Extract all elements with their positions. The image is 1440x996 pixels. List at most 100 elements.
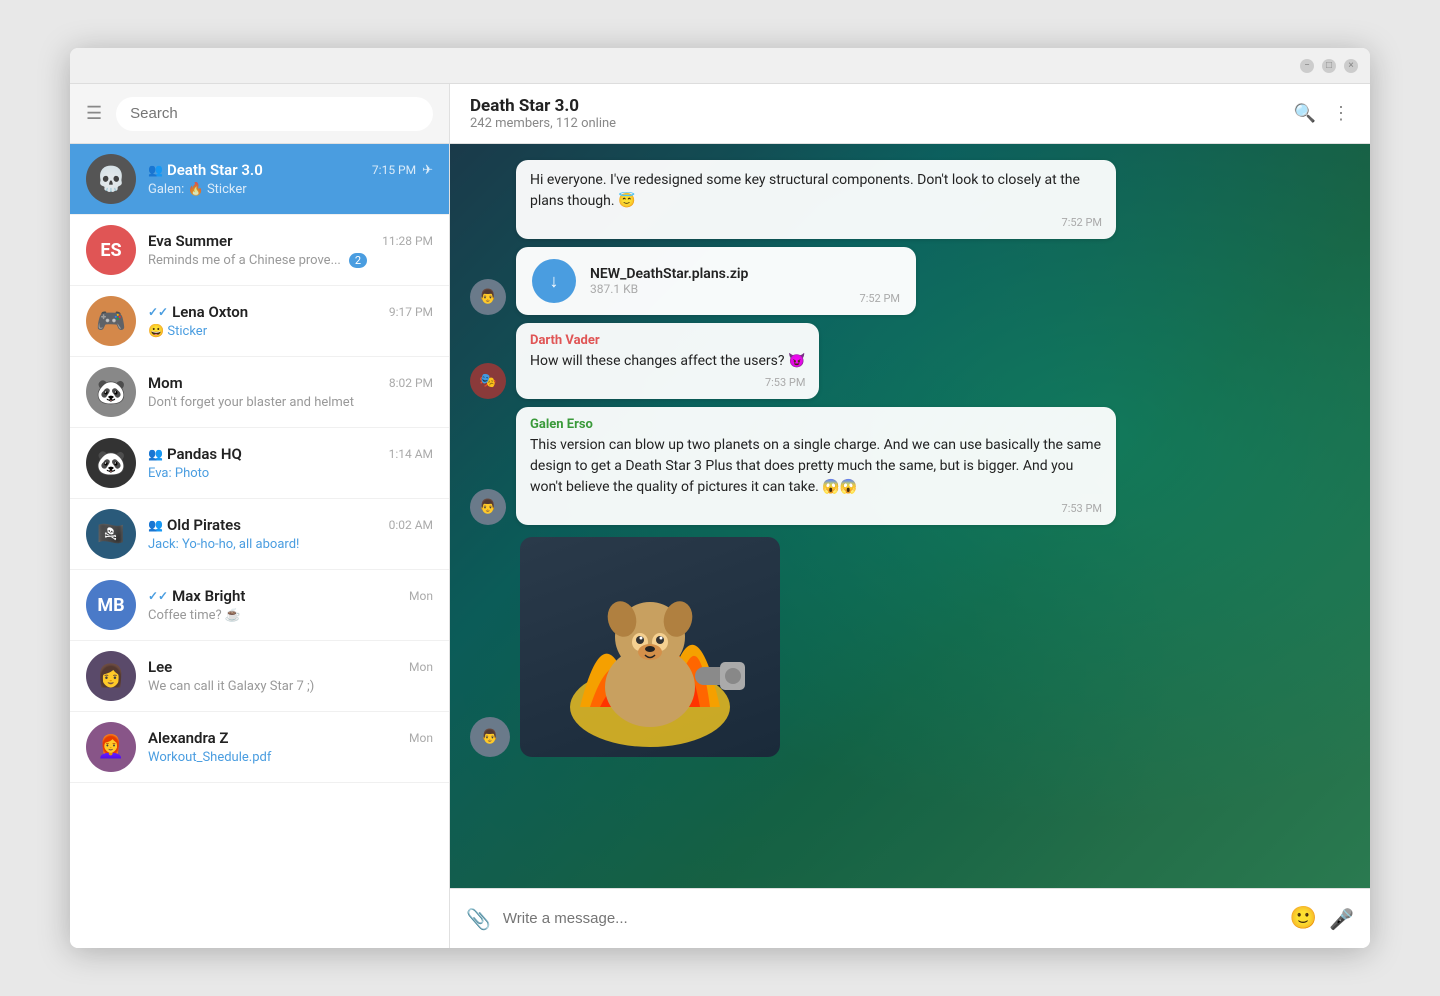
chat-name-alexandra-z: Alexandra Z: [148, 729, 228, 747]
chat-time-pandas-hq: 1:14 AM: [389, 447, 433, 461]
chat-header-info: Death Star 3.0 242 members, 112 online: [470, 96, 616, 131]
chat-item-alexandra-z[interactable]: 👩‍🦰 Alexandra Z Mon Workout_Shedule.pdf: [70, 712, 449, 783]
chat-info-mom: Mom 8:02 PM Don't forget your blaster an…: [148, 374, 433, 410]
chat-preview-max-bright: Coffee time? ☕: [148, 608, 433, 623]
double-check-max: ✓✓: [148, 589, 168, 603]
chat-item-max-bright[interactable]: MB ✓✓ Max Bright Mon Coffee time? ☕: [70, 570, 449, 641]
avatar-old-pirates: 🏴‍☠️: [86, 509, 136, 559]
close-button[interactable]: ×: [1344, 59, 1358, 73]
avatar-lena-oxton: 🎮: [86, 296, 136, 346]
chat-name-lena-oxton: ✓✓ Lena Oxton: [148, 303, 248, 321]
avatar-death-star: 💀: [86, 154, 136, 204]
chat-time-mom: 8:02 PM: [389, 376, 433, 390]
chat-name-eva-summer: Eva Summer: [148, 232, 233, 250]
sidebar-header: ☰: [70, 84, 449, 144]
chat-item-old-pirates[interactable]: 🏴‍☠️ 👥 Old Pirates 0:02 AM Jack: Yo-ho-h…: [70, 499, 449, 570]
emoji-icon[interactable]: 🙂: [1290, 906, 1317, 931]
maximize-button[interactable]: □: [1322, 59, 1336, 73]
sidebar: ☰ 💀 👥 Death Star 3.0 7:15 PM: [70, 84, 450, 948]
msg-avatar-galen: 👨: [470, 489, 506, 525]
file-time-1: 7:52 PM: [860, 292, 900, 305]
chat-area: Death Star 3.0 242 members, 112 online 🔍…: [450, 84, 1370, 948]
message-bubble-3: Darth Vader How will these changes affec…: [516, 323, 819, 399]
chat-list: 💀 👥 Death Star 3.0 7:15 PM ✈: [70, 144, 449, 948]
message-row-3: 🎭 Darth Vader How will these changes aff…: [470, 323, 1350, 399]
chat-subtitle: 242 members, 112 online: [470, 116, 616, 131]
titlebar: − □ ×: [70, 48, 1370, 84]
chat-preview-mom: Don't forget your blaster and helmet: [148, 395, 433, 410]
msg-sender-galen: Galen Erso: [530, 417, 1102, 432]
chat-item-eva-summer[interactable]: ES Eva Summer 11:28 PM Reminds me of a C…: [70, 215, 449, 286]
group-icon-pandas: 👥: [148, 447, 163, 461]
chat-name-old-pirates: 👥 Old Pirates: [148, 516, 241, 534]
msg-time-4: 7:53 PM: [530, 502, 1102, 515]
chat-name-mom: Mom: [148, 374, 183, 392]
input-area: 📎 🙂 🎤: [450, 888, 1370, 948]
chat-name-pandas-hq: 👥 Pandas HQ: [148, 445, 242, 463]
chat-item-death-star[interactable]: 💀 👥 Death Star 3.0 7:15 PM ✈: [70, 144, 449, 215]
message-row-4: 👨 Galen Erso This version can blow up tw…: [470, 407, 1350, 525]
msg-avatar-1: 👨: [470, 279, 506, 315]
chat-search-icon[interactable]: 🔍: [1294, 103, 1316, 124]
menu-icon[interactable]: ☰: [86, 103, 102, 124]
sticker-row: 👨: [470, 537, 1350, 757]
message-row-1: 👨 Hi everyone. I've redesigned some key …: [470, 160, 1350, 315]
chat-header-actions: 🔍 ⋮: [1294, 103, 1350, 124]
mic-icon[interactable]: 🎤: [1329, 907, 1354, 931]
chat-header: Death Star 3.0 242 members, 112 online 🔍…: [450, 84, 1370, 144]
chat-time-alexandra-z: Mon: [409, 731, 433, 745]
sticker-container: [520, 537, 780, 757]
chat-time-old-pirates: 0:02 AM: [389, 518, 433, 532]
file-bubble-1: ↓ NEW_DeathStar.plans.zip 387.1 KB 7:52 …: [516, 247, 916, 315]
chat-time-max-bright: Mon: [409, 589, 433, 603]
chat-preview-lee: We can call it Galaxy Star 7 ;): [148, 679, 433, 694]
chat-info-alexandra-z: Alexandra Z Mon Workout_Shedule.pdf: [148, 729, 433, 765]
chat-preview-pandas-hq: Eva: Photo: [148, 466, 433, 481]
chat-info-max-bright: ✓✓ Max Bright Mon Coffee time? ☕: [148, 587, 433, 623]
attach-icon[interactable]: 📎: [466, 907, 491, 931]
avatar-lee: 👩: [86, 651, 136, 701]
chat-name-death-star: 👥 Death Star 3.0: [148, 161, 263, 179]
avatar-max-bright: MB: [86, 580, 136, 630]
chat-item-pandas-hq[interactable]: 🐼 👥 Pandas HQ 1:14 AM Eva: Photo: [70, 428, 449, 499]
chat-name-lee: Lee: [148, 658, 172, 676]
chat-info-eva-summer: Eva Summer 11:28 PM Reminds me of a Chin…: [148, 232, 433, 268]
pin-icon-death-star: ✈: [422, 163, 433, 178]
msg-time-3: 7:53 PM: [530, 376, 805, 389]
messages-area: 👨 Hi everyone. I've redesigned some key …: [450, 144, 1370, 888]
chat-preview-old-pirates: Jack: Yo-ho-ho, all aboard!: [148, 537, 433, 552]
minimize-button[interactable]: −: [1300, 59, 1314, 73]
group-icon-pirates: 👥: [148, 518, 163, 532]
group-icon-death-star: 👥: [148, 163, 163, 177]
app-window: − □ × ☰ 💀 👥 Death Star 3.0: [70, 48, 1370, 948]
sticker-image: [540, 547, 760, 747]
chat-preview-lena-oxton: 😀 Sticker: [148, 324, 433, 339]
avatar-eva-summer: ES: [86, 225, 136, 275]
message-bubble-1: Hi everyone. I've redesigned some key st…: [516, 160, 1116, 239]
file-info-1: NEW_DeathStar.plans.zip 387.1 KB: [590, 266, 748, 296]
msg-sender-darth: Darth Vader: [530, 333, 805, 348]
messages-inner: 👨 Hi everyone. I've redesigned some key …: [450, 144, 1370, 773]
chat-item-mom[interactable]: 🐼 Mom 8:02 PM Don't forget your blaster …: [70, 357, 449, 428]
chat-info-lena-oxton: ✓✓ Lena Oxton 9:17 PM 😀 Sticker: [148, 303, 433, 339]
chat-preview-alexandra-z: Workout_Shedule.pdf: [148, 750, 433, 765]
message-bubble-4: Galen Erso This version can blow up two …: [516, 407, 1116, 525]
avatar-alexandra-z: 👩‍🦰: [86, 722, 136, 772]
msg-text-3: How will these changes affect the users?…: [530, 351, 805, 372]
chat-preview-death-star: Galen: 🔥 Sticker: [148, 182, 433, 197]
chat-info-pandas-hq: 👥 Pandas HQ 1:14 AM Eva: Photo: [148, 445, 433, 481]
file-download-button[interactable]: ↓: [532, 259, 576, 303]
chat-info-death-star: 👥 Death Star 3.0 7:15 PM ✈ Galen: 🔥 Stic…: [148, 161, 433, 197]
chat-item-lena-oxton[interactable]: 🎮 ✓✓ Lena Oxton 9:17 PM 😀 Sticker: [70, 286, 449, 357]
double-check-lena: ✓✓: [148, 305, 168, 319]
msg-text-4: This version can blow up two planets on …: [530, 435, 1102, 498]
msg-text-1: Hi everyone. I've redesigned some key st…: [530, 170, 1102, 212]
search-input[interactable]: [116, 97, 433, 131]
msg-avatar-sticker: 👨: [470, 717, 510, 757]
chat-info-old-pirates: 👥 Old Pirates 0:02 AM Jack: Yo-ho-ho, al…: [148, 516, 433, 552]
chat-item-lee[interactable]: 👩 Lee Mon We can call it Galaxy Star 7 ;…: [70, 641, 449, 712]
message-input[interactable]: [503, 910, 1278, 927]
chat-time-eva-summer: 11:28 PM: [382, 234, 433, 248]
msg-avatar-darth: 🎭: [470, 363, 506, 399]
chat-more-icon[interactable]: ⋮: [1332, 103, 1350, 124]
